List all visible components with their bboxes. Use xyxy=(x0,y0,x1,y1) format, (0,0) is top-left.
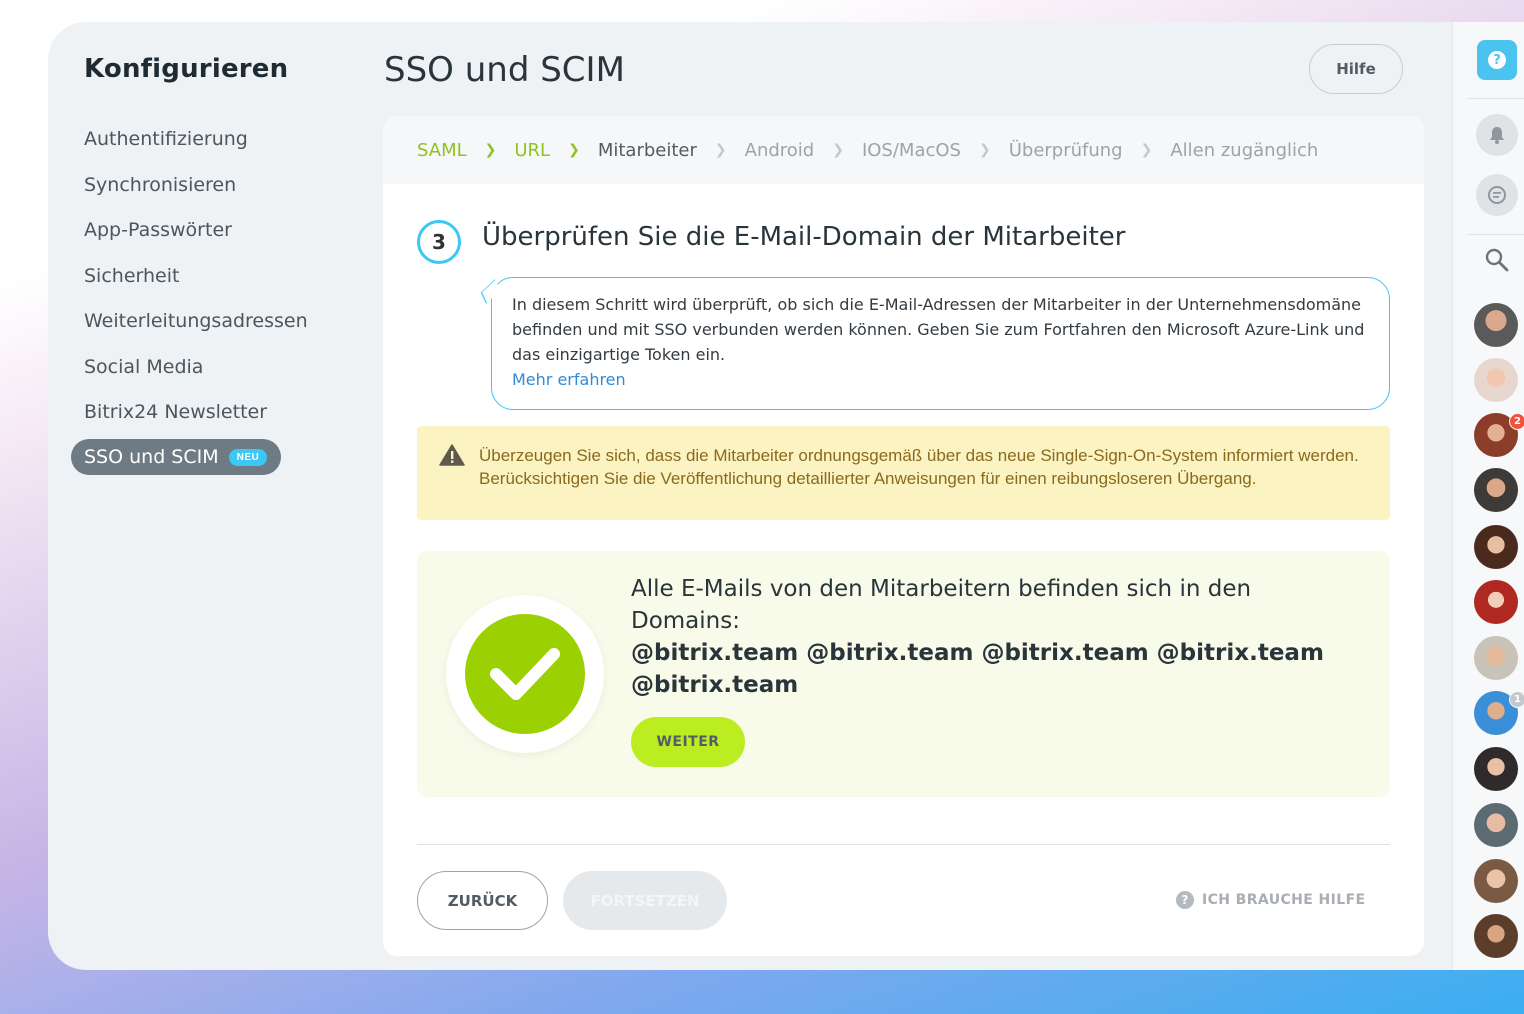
divider xyxy=(1467,98,1524,99)
avatar[interactable] xyxy=(1474,580,1518,624)
app-window: Konfigurieren Authentifizierung Synchron… xyxy=(48,22,1524,970)
chevron-right-icon: ❯ xyxy=(714,142,727,158)
help-glyph: ? xyxy=(1488,51,1506,69)
help-button[interactable]: Hilfe xyxy=(1309,44,1403,94)
step-url[interactable]: URL xyxy=(514,140,550,161)
sidebar-item-newsletter[interactable]: Bitrix24 Newsletter xyxy=(84,395,308,441)
question-icon: ? xyxy=(1176,891,1194,909)
avatar[interactable] xyxy=(1474,747,1518,791)
divider xyxy=(1467,234,1524,235)
avatar[interactable] xyxy=(1474,636,1518,680)
checkmark-icon xyxy=(465,614,585,734)
result-text: Alle E-Mails von den Mitarbeitern befind… xyxy=(631,576,1252,634)
wizard-card: SAML ❯ URL ❯ Mitarbeiter ❯ Android ❯ IOS… xyxy=(383,116,1424,956)
back-button[interactable]: ZURÜCK xyxy=(417,871,548,930)
need-help-link[interactable]: ? ICH BRAUCHE HILFE xyxy=(1176,891,1366,909)
warning-text: Überzeugen Sie sich, dass die Mitarbeite… xyxy=(479,446,1359,488)
search-icon[interactable] xyxy=(1484,247,1510,273)
domain-check-result: Alle E-Mails von den Mitarbeitern befind… xyxy=(417,551,1390,797)
warning-triangle-icon xyxy=(439,444,465,466)
info-bubble: In diesem Schritt wird überprüft, ob sic… xyxy=(491,277,1390,410)
avatar[interactable] xyxy=(1474,525,1518,569)
success-indicator xyxy=(446,595,604,753)
avatar[interactable] xyxy=(1474,914,1518,958)
sidebar-item-sso-scim[interactable]: SSO und SCIM NEU xyxy=(71,439,282,475)
settings-sidebar: Konfigurieren Authentifizierung Synchron… xyxy=(48,22,368,970)
step-available-to-all: Allen zugänglich xyxy=(1170,139,1319,161)
chevron-right-icon: ❯ xyxy=(484,142,497,158)
settings-menu: Authentifizierung Synchronisieren App-Pa… xyxy=(84,122,308,441)
need-help-label: ICH BRAUCHE HILFE xyxy=(1202,892,1366,908)
avatar[interactable] xyxy=(1474,859,1518,903)
sidebar-item-app-passwords[interactable]: App-Passwörter xyxy=(84,213,308,259)
avatar[interactable] xyxy=(1474,468,1518,512)
step-heading: Überprüfen Sie die E-Mail-Domain der Mit… xyxy=(482,222,1126,252)
wizard-steps: SAML ❯ URL ❯ Mitarbeiter ❯ Android ❯ IOS… xyxy=(383,116,1424,184)
domain-list: @bitrix.team @bitrix.team @bitrix.team @… xyxy=(631,640,1324,698)
continue-button[interactable]: FORTSETZEN xyxy=(563,871,727,930)
info-text: In diesem Schritt wird überprüft, ob sic… xyxy=(512,295,1365,364)
sidebar-item-security[interactable]: Sicherheit xyxy=(84,259,308,305)
chevron-right-icon: ❯ xyxy=(568,142,580,158)
sidebar-title: Konfigurieren xyxy=(84,54,289,84)
divider xyxy=(417,844,1390,845)
help-icon[interactable]: ? xyxy=(1477,40,1517,80)
sidebar-item-authentication[interactable]: Authentifizierung xyxy=(84,122,308,168)
sidebar-item-social-media[interactable]: Social Media xyxy=(84,350,308,396)
avatar[interactable] xyxy=(1474,803,1518,847)
new-badge: NEU xyxy=(228,448,268,466)
sidebar-item-sync[interactable]: Synchronisieren xyxy=(84,168,308,214)
bell-icon[interactable] xyxy=(1476,114,1518,156)
step-ios-macos: IOS/MacOS xyxy=(861,139,961,161)
step-android: Android xyxy=(744,139,815,161)
result-message: Alle E-Mails von den Mitarbeitern befind… xyxy=(631,573,1351,701)
step-saml[interactable]: SAML xyxy=(417,140,467,161)
right-panel: ? 2 1 xyxy=(1452,22,1524,970)
chevron-right-icon: ❯ xyxy=(1140,142,1153,158)
page-title: SSO und SCIM xyxy=(384,50,625,90)
notification-badge: 1 xyxy=(1509,691,1524,708)
sidebar-item-label: SSO und SCIM xyxy=(84,446,219,468)
step-verification: Überprüfung xyxy=(1008,139,1123,161)
notification-badge: 2 xyxy=(1509,413,1524,430)
sidebar-item-forwarding[interactable]: Weiterleitungsadressen xyxy=(84,304,308,350)
chevron-right-icon: ❯ xyxy=(832,142,844,158)
step-number: 3 xyxy=(417,220,461,264)
learn-more-link[interactable]: Mehr erfahren xyxy=(512,370,626,389)
step-employees: Mitarbeiter xyxy=(597,139,697,161)
chevron-right-icon: ❯ xyxy=(978,142,991,158)
avatar[interactable] xyxy=(1474,358,1518,402)
avatar[interactable] xyxy=(1474,303,1518,347)
warning-banner: Überzeugen Sie sich, dass die Mitarbeite… xyxy=(417,426,1390,520)
next-button[interactable]: WEITER xyxy=(631,717,745,767)
chat-icon[interactable] xyxy=(1476,174,1518,216)
